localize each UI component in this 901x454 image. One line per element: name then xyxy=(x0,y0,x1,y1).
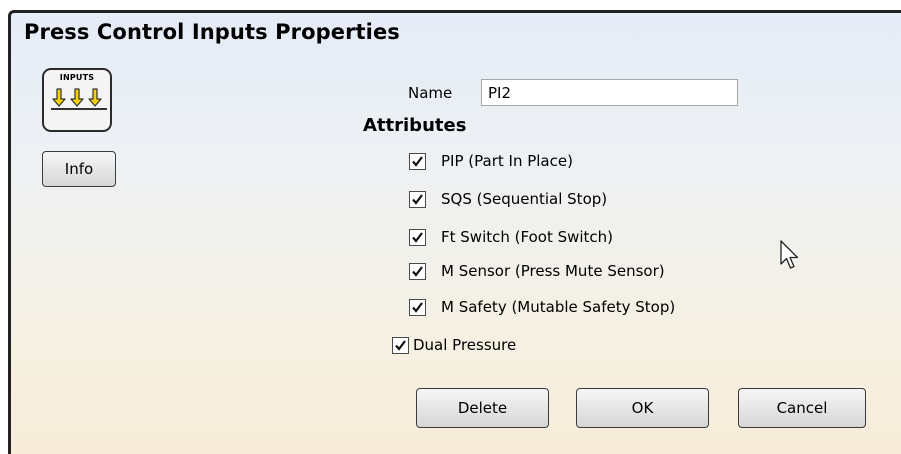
delete-button[interactable]: Delete xyxy=(416,388,549,428)
name-label: Name xyxy=(408,84,453,102)
m-safety-label: M Safety (Mutable Safety Stop) xyxy=(441,298,676,316)
ft-switch-checkbox[interactable] xyxy=(409,228,426,246)
dual-pressure-label: Dual Pressure xyxy=(413,336,517,354)
inputs-icon-label: INPUTS xyxy=(59,73,95,82)
m-sensor-checkbox-row[interactable]: M Sensor (Press Mute Sensor) xyxy=(409,262,665,280)
sqs-checkbox[interactable] xyxy=(409,190,426,208)
cancel-button[interactable]: Cancel xyxy=(738,388,866,428)
info-button[interactable]: Info xyxy=(42,151,116,187)
m-sensor-label: M Sensor (Press Mute Sensor) xyxy=(441,262,665,280)
ft-switch-checkbox-row[interactable]: Ft Switch (Foot Switch) xyxy=(409,228,613,246)
ft-switch-label: Ft Switch (Foot Switch) xyxy=(441,228,614,246)
m-sensor-checkbox[interactable] xyxy=(409,262,426,280)
sqs-checkbox-row[interactable]: SQS (Sequential Stop) xyxy=(409,190,607,208)
dual-pressure-checkbox[interactable] xyxy=(392,336,409,354)
name-input[interactable] xyxy=(481,79,738,106)
attributes-heading: Attributes xyxy=(363,115,467,136)
checkmark-icon xyxy=(412,231,423,243)
pip-label: PIP (Part In Place) xyxy=(441,152,573,170)
checkmark-icon xyxy=(412,155,423,167)
pip-checkbox[interactable] xyxy=(409,152,426,170)
mouse-pointer-icon xyxy=(780,240,799,269)
m-safety-checkbox[interactable] xyxy=(409,298,426,316)
dual-pressure-checkbox-row[interactable]: Dual Pressure xyxy=(392,336,516,354)
down-arrows-icon xyxy=(51,88,107,110)
ok-button[interactable]: OK xyxy=(576,388,709,428)
m-safety-checkbox-row[interactable]: M Safety (Mutable Safety Stop) xyxy=(409,298,675,316)
pip-checkbox-row[interactable]: PIP (Part In Place) xyxy=(409,152,573,170)
dialog-title: Press Control Inputs Properties xyxy=(24,20,400,44)
inputs-arrows-icon: INPUTS xyxy=(42,68,112,132)
sqs-label: SQS (Sequential Stop) xyxy=(441,190,608,208)
checkmark-icon xyxy=(395,339,406,351)
checkmark-icon xyxy=(412,193,423,205)
checkmark-icon xyxy=(412,301,423,313)
checkmark-icon xyxy=(412,265,423,277)
